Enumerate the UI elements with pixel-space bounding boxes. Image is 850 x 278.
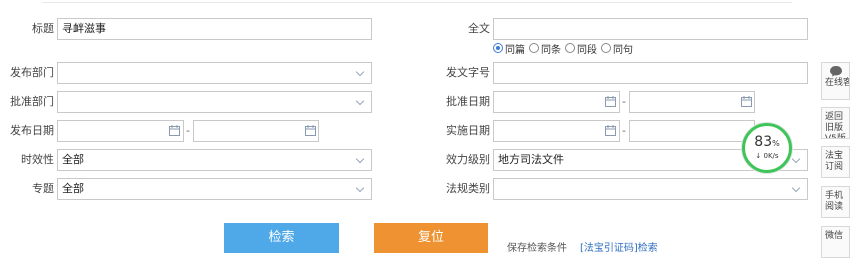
sidebar-item-mobile-read[interactable]: 手机阅读 — [821, 186, 850, 218]
range-separator: - — [186, 124, 190, 137]
radio-same-paragraph[interactable]: 同段 — [565, 41, 597, 56]
radio-icon — [529, 43, 539, 53]
radio-label: 同篇 — [505, 44, 525, 56]
online-service-label: 在线客服 — [825, 78, 849, 88]
approval-date-from[interactable] — [493, 91, 620, 113]
radio-icon — [601, 43, 611, 53]
approval-date-label: 批准日期 — [446, 95, 490, 108]
issuing-dept-label: 发布部门 — [10, 66, 54, 79]
top-divider — [42, 2, 792, 3]
fulltext-input[interactable] — [493, 18, 808, 40]
radio-label: 同句 — [613, 44, 633, 56]
calendar-icon[interactable] — [605, 96, 616, 107]
effective-date-from[interactable] — [493, 120, 620, 142]
title-input[interactable]: 寻衅滋事 — [57, 18, 372, 40]
effective-date-to[interactable] — [629, 120, 755, 142]
sidebar-item-wechat[interactable]: 微信 — [821, 226, 850, 258]
radio-icon — [565, 43, 575, 53]
calendar-icon[interactable] — [169, 125, 180, 136]
category-label: 法规类别 — [446, 182, 490, 195]
effective-date-label: 实施日期 — [446, 124, 490, 137]
approving-dept-label: 批准部门 — [10, 95, 54, 108]
online-service-item[interactable]: 在线客服 — [821, 62, 850, 100]
approving-dept-select[interactable] — [57, 91, 372, 113]
sidebar-item-subscribe[interactable]: 法宝订阅 — [821, 146, 850, 178]
publish-date-from[interactable] — [57, 120, 184, 142]
save-search-link[interactable]: 保存检索条件 — [507, 239, 567, 254]
topic-label: 专题 — [32, 182, 54, 195]
validity-select[interactable]: 全部 — [57, 149, 372, 171]
chat-icon — [830, 66, 842, 77]
calendar-icon[interactable] — [741, 96, 752, 107]
publish-date-to[interactable] — [193, 120, 319, 142]
doc-number-label: 发文字号 — [446, 66, 490, 79]
publish-date-label: 发布日期 — [10, 124, 54, 137]
radio-same-doc[interactable]: 同篇 — [493, 41, 525, 56]
approval-date-to[interactable] — [629, 91, 755, 113]
match-options: 同篇 同条 同段 同句 — [493, 41, 637, 56]
title-label: 标题 — [32, 22, 54, 35]
radio-same-article[interactable]: 同条 — [529, 41, 561, 56]
code-search-link[interactable]: [法宝引证码]检索 — [580, 239, 658, 254]
sidebar-item-old-version[interactable]: 返回旧版 V5版 — [821, 107, 850, 139]
validity-label: 时效性 — [21, 153, 54, 166]
topic-select[interactable]: 全部 — [57, 178, 372, 200]
reset-button[interactable]: 复位 — [374, 223, 488, 253]
effect-level-label: 效力级别 — [446, 153, 490, 166]
calendar-icon[interactable] — [605, 125, 616, 136]
speed-widget[interactable]: 83% ↓ 0K/s — [742, 123, 792, 173]
range-separator: - — [622, 95, 626, 108]
range-separator: - — [622, 124, 626, 137]
radio-label: 同条 — [541, 44, 561, 56]
radio-same-sentence[interactable]: 同句 — [601, 41, 633, 56]
category-select[interactable] — [493, 178, 808, 200]
speed-percent: 83% — [754, 134, 780, 150]
issuing-dept-select[interactable] — [57, 62, 372, 84]
doc-number-input[interactable] — [493, 62, 808, 84]
radio-selected-icon — [493, 43, 503, 53]
fulltext-label: 全文 — [468, 22, 490, 35]
calendar-icon[interactable] — [305, 125, 316, 136]
speed-readout: ↓ 0K/s — [755, 152, 779, 160]
search-button[interactable]: 检索 — [224, 223, 339, 253]
radio-label: 同段 — [577, 44, 597, 56]
